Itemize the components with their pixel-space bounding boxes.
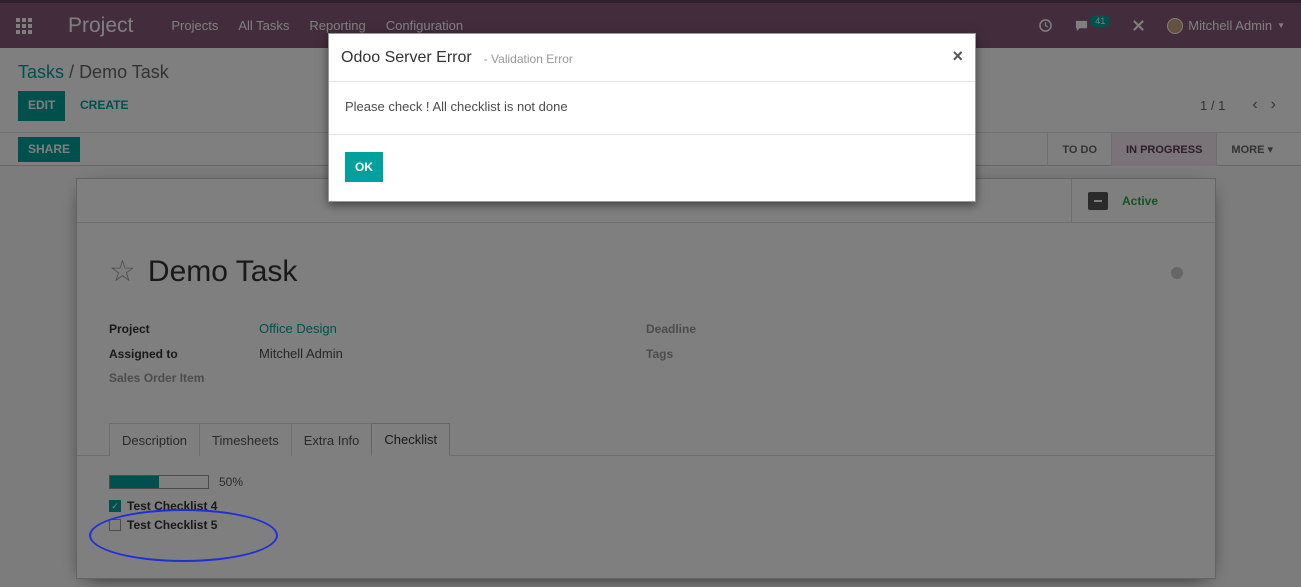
ok-button[interactable]: OK xyxy=(345,152,383,182)
dialog-message: Please check ! All checklist is not done xyxy=(329,82,975,135)
annotation-ellipse xyxy=(89,509,278,562)
close-icon[interactable]: × xyxy=(952,46,963,67)
dialog-header: Odoo Server Error - Validation Error × xyxy=(329,34,975,82)
dialog-subtitle: - Validation Error xyxy=(483,52,573,66)
error-dialog: Odoo Server Error - Validation Error × P… xyxy=(328,33,976,202)
dialog-title: Odoo Server Error xyxy=(341,48,472,66)
dialog-footer: OK xyxy=(329,135,975,199)
